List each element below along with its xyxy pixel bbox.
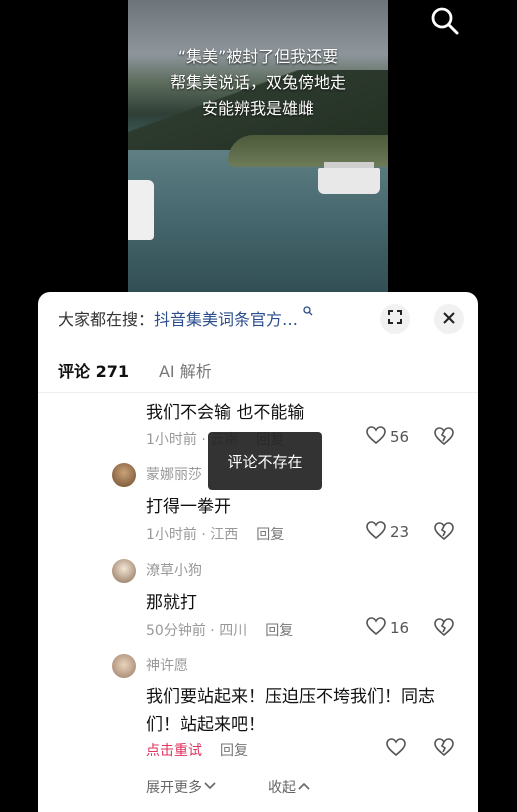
comment-text-line-1: 我们要站起来！压迫压不垮我们！同志 bbox=[146, 687, 435, 707]
chevron-down-icon bbox=[204, 779, 216, 795]
reply-button[interactable]: 回复 bbox=[220, 743, 248, 759]
collapse-button[interactable]: 收起 bbox=[268, 777, 310, 797]
hot-search: 大家都在搜：抖音集美词条官方… bbox=[58, 306, 313, 330]
tabs-divider bbox=[38, 392, 478, 393]
tab-comments[interactable]: 评论 271 bbox=[58, 358, 129, 382]
like-button[interactable]: 23 bbox=[366, 521, 409, 543]
heart-icon bbox=[366, 617, 386, 639]
dislike-button[interactable] bbox=[434, 618, 454, 640]
chevron-up-icon bbox=[298, 779, 310, 795]
close-button[interactable] bbox=[434, 304, 464, 334]
comment-username[interactable]: 潦草小狗 bbox=[146, 560, 202, 580]
avatar[interactable] bbox=[112, 559, 136, 583]
collapse-label: 收起 bbox=[268, 780, 296, 796]
boat-right bbox=[318, 162, 380, 194]
comment-location: 江西 bbox=[210, 527, 239, 543]
heart-icon bbox=[366, 521, 386, 543]
comment-meta: 50分钟前 · 四川 回复 bbox=[146, 623, 294, 639]
retry-button[interactable]: 点击重试 bbox=[146, 743, 202, 759]
comment-time: 1小时前 bbox=[146, 527, 197, 543]
avatar[interactable] bbox=[112, 463, 136, 487]
comment-username[interactable]: 蒙娜丽莎 bbox=[146, 464, 202, 484]
comment-meta: 1小时前 · 江西 回复 bbox=[146, 527, 285, 543]
expand-more-button[interactable]: 展开更多 bbox=[146, 777, 216, 797]
like-count: 56 bbox=[390, 428, 410, 446]
like-button[interactable]: 56 bbox=[366, 426, 409, 448]
hot-search-label: 大家都在搜： bbox=[58, 310, 155, 329]
caption-line-2: 帮集美说话，双兔傍地走 bbox=[169, 73, 346, 92]
broken-heart-icon bbox=[434, 738, 454, 760]
small-search-icon bbox=[303, 306, 313, 319]
comment-meta: 点击重试 回复 bbox=[146, 740, 248, 760]
like-button[interactable]: 16 bbox=[366, 617, 409, 639]
caption-line-1: “集美”被封了但我还要 bbox=[177, 47, 339, 66]
comment-time: 1小时前 bbox=[146, 432, 197, 448]
dislike-button[interactable] bbox=[434, 738, 454, 760]
broken-heart-icon bbox=[434, 427, 454, 449]
comment-text-line-2: 们！站起来吧！ bbox=[146, 715, 265, 735]
avatar[interactable] bbox=[112, 654, 136, 678]
tab-ai-analysis[interactable]: AI 解析 bbox=[159, 358, 212, 382]
video-caption: “集美”被封了但我还要 帮集美说话，双兔傍地走 安能辨我是雄雌 bbox=[128, 44, 388, 122]
like-button[interactable] bbox=[386, 738, 406, 760]
comment-text: 打得一拳开 bbox=[146, 497, 231, 517]
comment-tabs: 评论 271 AI 解析 bbox=[58, 358, 212, 382]
reply-button[interactable]: 回复 bbox=[256, 527, 284, 543]
hot-search-link[interactable]: 抖音集美词条官方… bbox=[154, 310, 298, 329]
comment-username[interactable]: 神许愿 bbox=[146, 655, 188, 675]
comment-text: 那就打 bbox=[146, 593, 197, 613]
caption-line-3: 安能辨我是雄雌 bbox=[201, 99, 314, 118]
toast-message: 评论不存在 bbox=[208, 432, 322, 490]
like-count: 16 bbox=[390, 619, 410, 637]
boat-left bbox=[128, 180, 154, 240]
close-icon bbox=[442, 310, 456, 329]
broken-heart-icon bbox=[434, 618, 454, 640]
like-count: 23 bbox=[390, 523, 410, 541]
heart-icon bbox=[366, 426, 386, 448]
video-area: “集美”被封了但我还要 帮集美说话，双兔傍地走 安能辨我是雄雌 bbox=[0, 0, 517, 300]
heart-icon bbox=[386, 738, 406, 760]
expand-more-label: 展开更多 bbox=[146, 780, 202, 796]
broken-heart-icon bbox=[434, 522, 454, 544]
reply-button[interactable]: 回复 bbox=[265, 623, 293, 639]
search-icon[interactable] bbox=[430, 6, 460, 36]
expand-button[interactable] bbox=[380, 304, 410, 334]
dislike-button[interactable] bbox=[434, 522, 454, 544]
comment-text: 我们不会输 也不能输 bbox=[146, 403, 305, 423]
comment-time: 50分钟前 bbox=[146, 623, 206, 639]
comment-sheet: 大家都在搜：抖音集美词条官方… 评论 271 AI 解析 我们不会输 也不能输 … bbox=[38, 292, 478, 812]
video-preview[interactable]: “集美”被封了但我还要 帮集美说话，双兔傍地走 安能辨我是雄雌 bbox=[128, 0, 388, 300]
expand-icon bbox=[387, 309, 403, 329]
dislike-button[interactable] bbox=[434, 427, 454, 449]
comment-location: 四川 bbox=[219, 623, 248, 639]
